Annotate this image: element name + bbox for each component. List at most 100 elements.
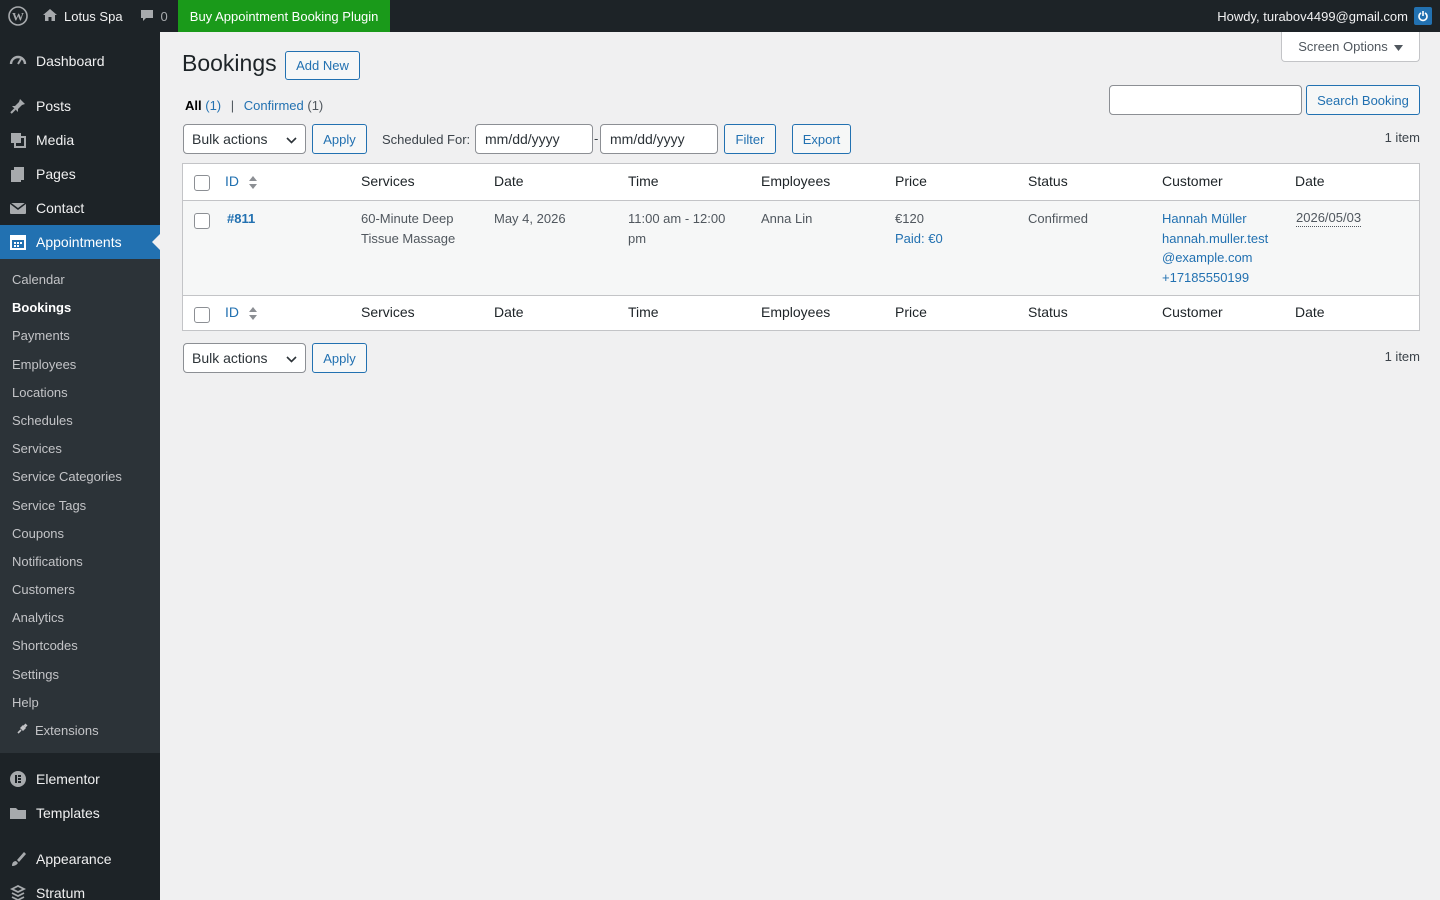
menu-media[interactable]: Media (0, 123, 160, 157)
apply-button-top[interactable]: Apply (312, 124, 367, 154)
filter-confirmed-link[interactable]: Confirmed (244, 98, 304, 113)
menu-elementor[interactable]: Elementor (0, 762, 160, 796)
status-filter-links: All (1) | Confirmed (1) (185, 98, 323, 113)
column-customer-footer: Customer (1162, 304, 1223, 320)
comment-bubble-icon (139, 7, 155, 26)
admin-bar: W Lotus Spa 0 Buy Appointment Booking Pl… (0, 0, 1440, 32)
filter-all-link[interactable]: All (1) (185, 98, 221, 113)
submenu-service-tags[interactable]: Service Tags (0, 492, 160, 520)
booking-price: €120 Paid: €0 (895, 209, 943, 248)
menu-contact[interactable]: Contact (0, 191, 160, 225)
menu-appointments-label: Appointments (36, 234, 122, 250)
column-customer: Customer (1162, 173, 1223, 189)
comments-count: 0 (160, 8, 168, 24)
power-icon[interactable] (1414, 7, 1432, 25)
select-all-checkbox-top[interactable] (194, 175, 210, 191)
booking-created-date: 2026/05/03 (1296, 210, 1362, 227)
wordpress-logo-icon[interactable]: W (0, 0, 36, 32)
submenu-settings[interactable]: Settings (0, 661, 160, 689)
bulk-actions-select-bottom[interactable]: Bulk actions (183, 343, 306, 373)
screen-options-button[interactable]: Screen Options (1281, 32, 1420, 62)
calendar-icon (8, 232, 28, 252)
dashboard-gauge-icon (8, 51, 28, 71)
menu-appearance-label: Appearance (36, 851, 112, 868)
caret-down-icon (1393, 39, 1403, 54)
booking-id-link[interactable]: #811 (227, 209, 255, 229)
column-created-date-footer: Date (1295, 304, 1325, 320)
submenu-extensions[interactable]: Extensions (0, 717, 160, 745)
howdy-account-link[interactable]: Howdy, turabov4499@gmail.com (1209, 0, 1414, 32)
items-count-bottom: 1 item (1384, 349, 1420, 364)
customer-email-link[interactable]: hannah.muller.test @example.com (1162, 229, 1268, 268)
customer-email-line1: hannah.muller.test (1162, 230, 1269, 246)
row-checkbox[interactable] (194, 213, 210, 229)
add-new-button[interactable]: Add New (285, 51, 360, 80)
chevron-down-icon (286, 350, 297, 366)
filter-confirmed-label: Confirmed (243, 98, 304, 113)
envelope-icon (8, 198, 28, 218)
bulk-actions-select-top[interactable]: Bulk actions (183, 124, 306, 154)
appointments-submenu: Calendar Bookings Payments Employees Loc… (0, 259, 160, 754)
submenu-notifications[interactable]: Notifications (0, 548, 160, 576)
submenu-schedules[interactable]: Schedules (0, 407, 160, 435)
filter-confirmed-count: (1) (307, 98, 324, 113)
submenu-help[interactable]: Help (0, 689, 160, 717)
apply-button-bottom[interactable]: Apply (312, 343, 367, 373)
buy-plugin-link[interactable]: Buy Appointment Booking Plugin (177, 0, 391, 32)
site-name-label: Lotus Spa (64, 8, 123, 24)
stratum-icon (8, 883, 28, 900)
bulk-actions-label-top: Bulk actions (192, 131, 268, 147)
booking-time-line2: pm (628, 230, 647, 246)
menu-pages[interactable]: Pages (0, 157, 160, 191)
sort-arrows-icon (248, 175, 257, 189)
elementor-icon (8, 769, 28, 789)
column-id-label: ID (225, 173, 239, 189)
home-icon (42, 7, 58, 26)
submenu-services[interactable]: Services (0, 435, 160, 463)
submenu-locations[interactable]: Locations (0, 379, 160, 407)
pin-icon (8, 96, 28, 116)
submenu-shortcodes[interactable]: Shortcodes (0, 632, 160, 660)
submenu-payments[interactable]: Payments (0, 322, 160, 350)
menu-templates[interactable]: Templates (0, 796, 160, 830)
submenu-bookings[interactable]: Bookings (0, 294, 160, 322)
submenu-employees[interactable]: Employees (0, 351, 160, 379)
menu-stratum[interactable]: Stratum (0, 876, 160, 900)
menu-appointments[interactable]: Appointments (0, 225, 160, 259)
filter-separator: | (230, 98, 235, 113)
search-booking-button[interactable]: Search Booking (1306, 85, 1420, 115)
booking-price-amount: €120 (895, 211, 924, 226)
menu-posts[interactable]: Posts (0, 89, 160, 123)
page-title: Bookings (182, 50, 277, 76)
column-date: Date (494, 173, 524, 189)
filter-button[interactable]: Filter (724, 124, 776, 154)
comments-link[interactable]: 0 (131, 0, 176, 32)
customer-phone-link[interactable]: +17185550199 (1162, 268, 1268, 288)
submenu-service-categories[interactable]: Service Categories (0, 463, 160, 491)
column-employees-footer: Employees (761, 304, 831, 320)
table-footer: ID Services Date Time Employees Price St… (183, 295, 1419, 330)
column-services: Services (361, 173, 415, 189)
column-time-footer: Time (628, 304, 659, 320)
customer-name-link[interactable]: Hannah Müller (1162, 209, 1268, 229)
column-id-sortable[interactable]: ID (225, 173, 257, 189)
date-from-input[interactable]: mm/dd/yyyy (475, 124, 593, 154)
column-time: Time (628, 173, 659, 189)
submenu-customers[interactable]: Customers (0, 576, 160, 604)
site-name-link[interactable]: Lotus Spa (36, 0, 131, 32)
select-all-checkbox-bottom[interactable] (194, 307, 210, 323)
submenu-coupons[interactable]: Coupons (0, 520, 160, 548)
export-button[interactable]: Export (792, 124, 851, 154)
bulk-actions-label-bottom: Bulk actions (192, 350, 268, 366)
booking-paid-link[interactable]: Paid: €0 (895, 229, 943, 249)
menu-dashboard[interactable]: Dashboard (0, 44, 160, 78)
submenu-calendar[interactable]: Calendar (0, 266, 160, 294)
date-to-input[interactable]: mm/dd/yyyy (600, 124, 718, 154)
booking-customer: Hannah Müller hannah.muller.test @exampl… (1162, 209, 1268, 287)
table-header: ID Services Date Time Employees Price St… (183, 164, 1419, 201)
submenu-analytics[interactable]: Analytics (0, 604, 160, 632)
menu-appearance[interactable]: Appearance (0, 842, 160, 876)
search-input[interactable] (1109, 85, 1302, 115)
column-id-sortable-footer[interactable]: ID (225, 304, 257, 320)
menu-templates-label: Templates (36, 805, 100, 822)
